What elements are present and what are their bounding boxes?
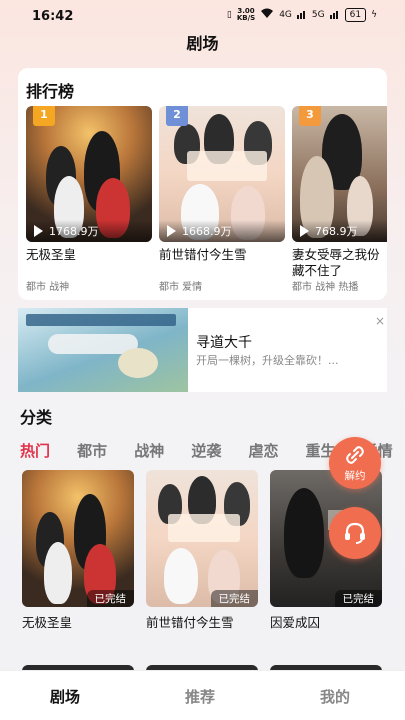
vibrate-icon: ▯ [226, 10, 232, 20]
customer-service-button[interactable] [329, 507, 381, 559]
ad-banner[interactable]: 寻道大千 开局一棵树，升级全靠砍！... × [18, 308, 387, 392]
unlock-label: 解约 [344, 470, 366, 482]
drama-title[interactable]: 前世错付今生雪 [159, 247, 285, 263]
tab-hot[interactable]: 热门 [20, 440, 50, 461]
headset-icon [343, 521, 367, 549]
grid-item-1[interactable]: 已完结 无极圣皇 [22, 470, 134, 631]
signal-4g-label: 4G [279, 10, 292, 20]
tab-urban[interactable]: 都市 [77, 440, 107, 461]
poster-image[interactable]: 3 768.9万 [292, 106, 387, 242]
ranking-title: 排行榜 [26, 82, 75, 101]
status-badge: 已完结 [86, 590, 134, 607]
poster-image[interactable]: 已完结 [146, 470, 258, 607]
page-title: 剧场 [186, 34, 219, 53]
grid-item-2[interactable]: 已完结 前世错付今生雪 [146, 470, 258, 631]
ranking-list[interactable]: 1 1768.9万 无极圣皇 都市 战神 2 1668.9万 前世错付今生雪 都… [26, 106, 387, 296]
status-badge: 已完结 [210, 590, 258, 607]
ranking-item-1[interactable]: 1 1768.9万 无极圣皇 都市 战神 [26, 106, 152, 293]
ad-title[interactable]: 寻道大千 [196, 332, 252, 352]
ranking-item-2[interactable]: 2 1668.9万 前世错付今生雪 都市 爱情 [159, 106, 285, 293]
rank-badge: 2 [166, 106, 188, 126]
signal-bars-icon-2 [329, 9, 340, 22]
status-badge: 已完结 [334, 590, 382, 607]
ranking-card: 排行榜 1 1768.9万 无极圣皇 都市 战神 2 1668.9万 前世错付今… [18, 68, 387, 300]
play-count: 1768.9万 [26, 220, 152, 242]
signal-bars-icon [296, 9, 307, 22]
play-icon [300, 225, 309, 237]
bottom-tab-bar: 剧场 推荐 我的 [0, 670, 405, 720]
status-bar: 16:42 ▯ 3.00 KB/S 4G 5G 61 ϟ [0, 0, 405, 30]
tab-mine[interactable]: 我的 [320, 686, 350, 707]
network-speed: 3.00 KB/S [236, 7, 256, 22]
category-title: 分类 [20, 408, 53, 427]
status-time: 16:42 [32, 9, 74, 24]
ad-image[interactable] [18, 308, 188, 392]
poster-image[interactable]: 已完结 [22, 470, 134, 607]
play-count: 768.9万 [292, 220, 387, 242]
status-icons: ▯ 3.00 KB/S 4G 5G 61 ϟ [227, 8, 377, 22]
tab-war-god[interactable]: 战神 [134, 440, 164, 461]
ad-subtitle: 开局一棵树，升级全靠砍！... [196, 354, 339, 367]
rank-badge: 1 [33, 106, 55, 126]
tab-tragic-love[interactable]: 虐恋 [248, 440, 278, 461]
drama-tags: 都市 战神 热播 [292, 282, 359, 293]
tab-theater[interactable]: 剧场 [50, 686, 80, 707]
signal-5g-label: 5G [311, 10, 325, 20]
play-icon [34, 225, 43, 237]
battery-icon: 61 [344, 8, 367, 22]
drama-title[interactable]: 无极圣皇 [22, 612, 134, 631]
ranking-item-3[interactable]: 3 768.9万 妻女受辱之我份藏不住了 都市 战神 热播 [292, 106, 387, 293]
wifi-icon [260, 8, 274, 22]
drama-title[interactable]: 无极圣皇 [26, 247, 152, 263]
tab-comeback[interactable]: 逆袭 [191, 440, 221, 461]
poster-image[interactable]: 2 1668.9万 [159, 106, 285, 242]
drama-title[interactable]: 妻女受辱之我份藏不住了 [292, 247, 384, 279]
poster-image[interactable]: 1 1768.9万 [26, 106, 152, 242]
unlock-button[interactable]: 解约 [329, 437, 381, 489]
play-count: 1668.9万 [159, 220, 285, 242]
drama-tags: 都市 战神 [26, 282, 70, 293]
charging-icon: ϟ [371, 10, 377, 20]
link-icon [346, 446, 364, 468]
play-icon [167, 225, 176, 237]
drama-title[interactable]: 前世错付今生雪 [146, 612, 258, 631]
drama-tags: 都市 爱情 [159, 282, 203, 293]
drama-title[interactable]: 因爱成囚 [270, 612, 382, 631]
tab-recommend[interactable]: 推荐 [185, 686, 215, 707]
rank-badge: 3 [299, 106, 321, 126]
close-icon[interactable]: × [375, 314, 385, 328]
